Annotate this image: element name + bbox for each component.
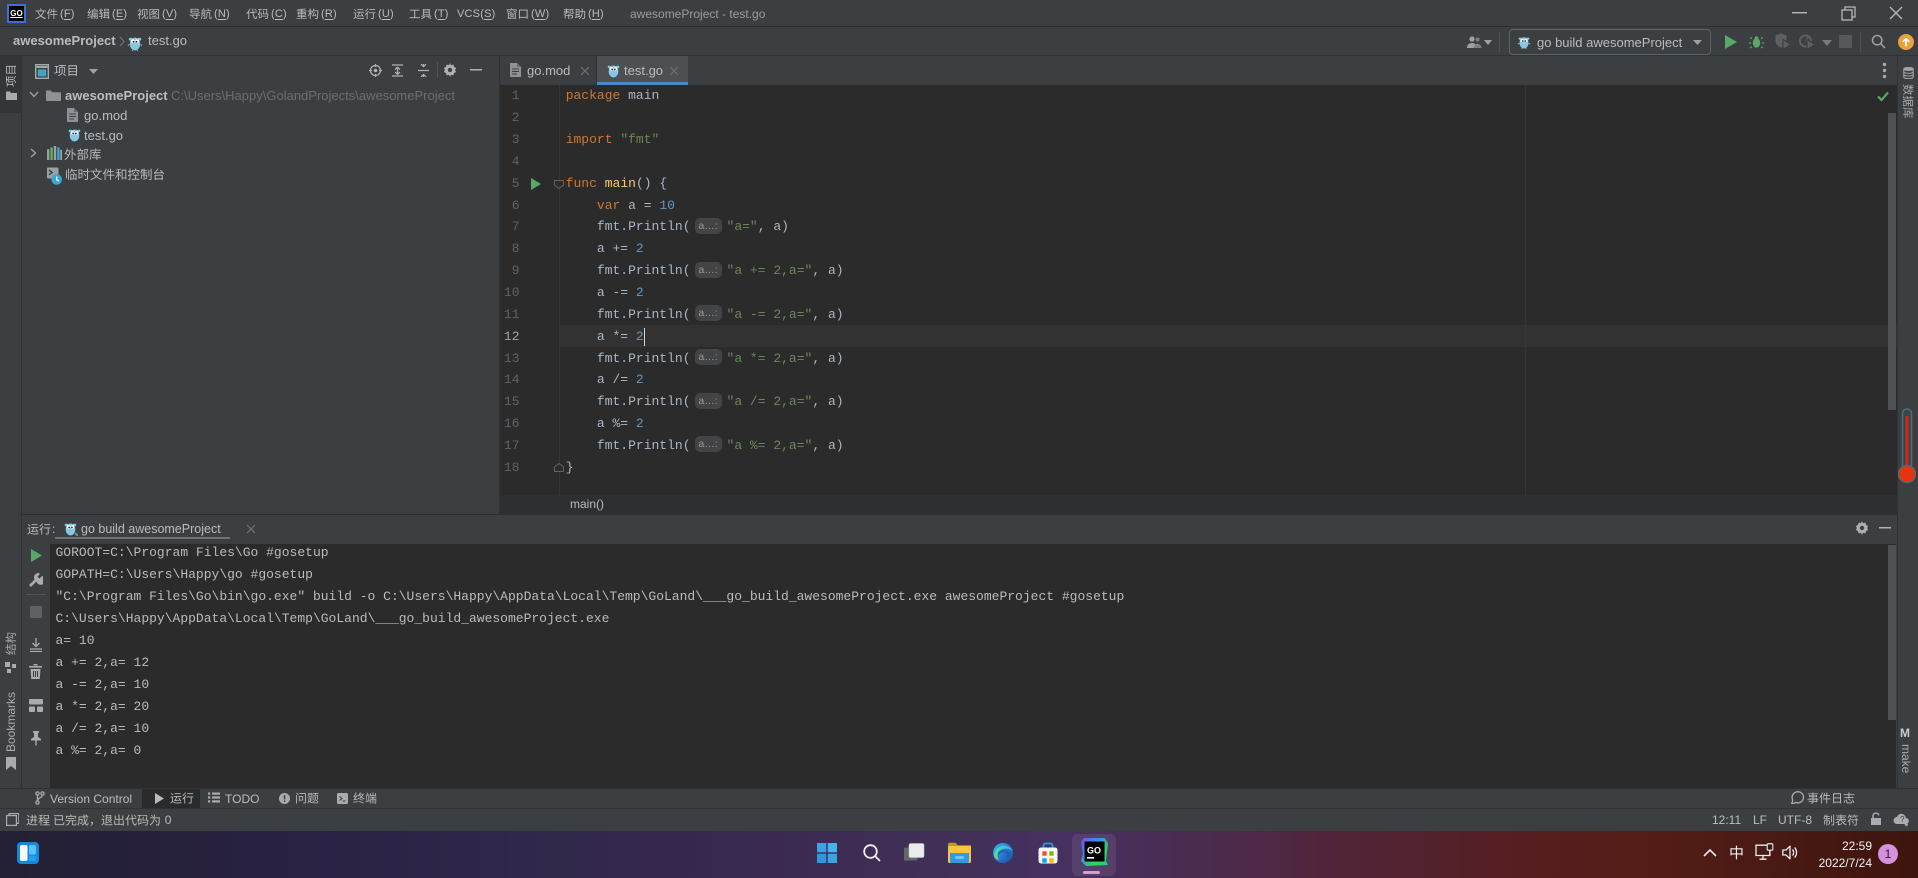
svg-text:?: ? [1900,815,1905,824]
svg-text:GO: GO [1087,846,1101,856]
